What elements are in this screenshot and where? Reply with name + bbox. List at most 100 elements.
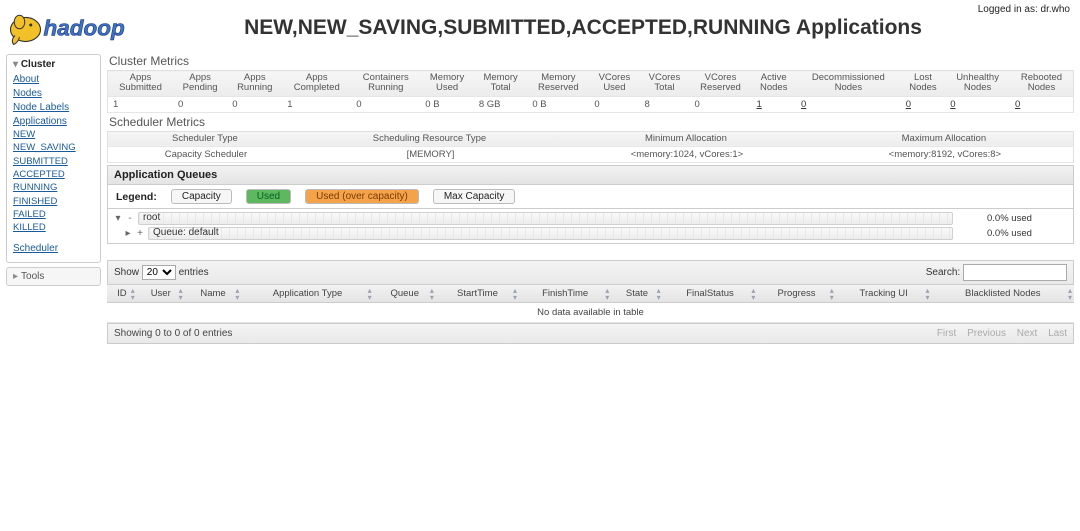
cm-header: AppsRunning (227, 71, 282, 97)
search-input[interactable] (963, 264, 1067, 281)
page-title: NEW,NEW_SAVING,SUBMITTED,ACCEPTED,RUNNIN… (186, 16, 1080, 40)
pager-prev[interactable]: Previous (967, 328, 1006, 339)
cm-value: 0 (589, 96, 639, 112)
sort-icon: ▴▾ (368, 287, 372, 301)
cm-value: 8 GB (474, 96, 528, 112)
login-info: Logged in as: dr.who (978, 4, 1070, 15)
sort-icon: ▴▾ (179, 287, 183, 301)
pager-last[interactable]: Last (1048, 328, 1067, 339)
cm-header: RebootedNodes (1010, 71, 1074, 97)
pager-first[interactable]: First (937, 328, 956, 339)
queues-tree: ▾ - root 0.0% used ▸ + Queue: default 0.… (107, 209, 1074, 244)
sort-icon: ▴▾ (430, 287, 434, 301)
cm-value[interactable]: 1 (752, 96, 796, 112)
col-header[interactable]: Progress▴▾ (757, 285, 835, 303)
cm-header: MemoryUsed (420, 71, 474, 97)
sort-icon: ▴▾ (926, 287, 930, 301)
sidebar-item-nodes[interactable]: Nodes (13, 88, 42, 99)
sm-header: Minimum Allocation (557, 131, 815, 146)
sidebar-item-finished[interactable]: FINISHED (13, 196, 57, 207)
header: hadoop NEW,NEW_SAVING,SUBMITTED,ACCEPTED… (0, 0, 1080, 50)
col-header[interactable]: State▴▾ (611, 285, 662, 303)
sort-icon: ▴▾ (1068, 287, 1072, 301)
col-header[interactable]: StartTime▴▾ (436, 285, 519, 303)
cm-header: AppsCompleted (282, 71, 351, 97)
queue-row-default[interactable]: ▸ + Queue: default 0.0% used (108, 226, 1073, 241)
sm-value: [MEMORY] (302, 147, 557, 163)
table-info: Showing 0 to 0 of 0 entries (114, 328, 232, 339)
sidebar: ▾ Cluster About Nodes Node Labels Applic… (6, 54, 101, 344)
legend-over: Used (over capacity) (305, 189, 419, 204)
cm-value: 0 (690, 96, 752, 112)
sm-value: Capacity Scheduler (108, 147, 302, 163)
sidebar-item-accepted[interactable]: ACCEPTED (13, 169, 65, 180)
sidebar-item-applications[interactable]: Applications (13, 116, 67, 127)
col-header[interactable]: FinishTime▴▾ (519, 285, 611, 303)
cm-header: ActiveNodes (752, 71, 796, 97)
cm-header: MemoryTotal (474, 71, 528, 97)
sidebar-item-scheduler[interactable]: Scheduler (13, 243, 58, 254)
sm-header: Scheduling Resource Type (302, 131, 557, 146)
cluster-metrics-heading: Cluster Metrics (109, 54, 1074, 68)
col-header[interactable]: Name▴▾ (185, 285, 242, 303)
pager: First Previous Next Last (929, 328, 1067, 339)
cm-value[interactable]: 0 (901, 96, 945, 112)
sm-header: Maximum Allocation (815, 131, 1074, 146)
scheduler-metrics-heading: Scheduler Metrics (109, 115, 1074, 129)
sidebar-item-new[interactable]: NEW (13, 129, 35, 140)
legend-used: Used (246, 189, 291, 204)
collapse-icon[interactable]: ▾ (114, 213, 122, 224)
cm-header: LostNodes (901, 71, 945, 97)
cm-header: AppsPending (173, 71, 227, 97)
sort-icon: ▴▾ (131, 287, 135, 301)
expand-icon[interactable]: ▸ (124, 228, 132, 239)
sm-value: <memory:8192, vCores:8> (815, 147, 1074, 163)
cm-header: VCoresReserved (690, 71, 752, 97)
col-header[interactable]: Blacklisted Nodes▴▾ (932, 285, 1074, 303)
cm-header: AppsSubmitted (108, 71, 173, 97)
cm-value: 0 (227, 96, 282, 112)
sidebar-item-new-saving[interactable]: NEW_SAVING (13, 142, 76, 153)
sidebar-item-running[interactable]: RUNNING (13, 182, 57, 193)
col-header[interactable]: ID▴▾ (107, 285, 137, 303)
sidebar-item-failed[interactable]: FAILED (13, 209, 46, 220)
svg-text:hadoop: hadoop (44, 16, 125, 41)
legend-capacity: Capacity (171, 189, 232, 204)
entries-select[interactable]: 20 (142, 265, 176, 280)
queue-root-used: 0.0% used (987, 213, 1067, 224)
queue-row-root[interactable]: ▾ - root 0.0% used (108, 211, 1073, 226)
sm-header: Scheduler Type (108, 131, 302, 146)
sort-icon: ▴▾ (657, 287, 661, 301)
cm-header: MemoryReserved (527, 71, 589, 97)
sidebar-item-submitted[interactable]: SUBMITTED (13, 156, 68, 167)
sidebar-item-killed[interactable]: KILLED (13, 222, 46, 233)
sidebar-item-node-labels[interactable]: Node Labels (13, 102, 69, 113)
cm-header: DecommissionedNodes (796, 71, 901, 97)
cm-value: 0 (351, 96, 420, 112)
sort-icon: ▴▾ (605, 287, 609, 301)
col-header[interactable]: User▴▾ (137, 285, 185, 303)
col-header[interactable]: Tracking UI▴▾ (836, 285, 932, 303)
applications-table: ID▴▾User▴▾Name▴▾Application Type▴▾Queue▴… (107, 285, 1074, 323)
scheduler-metrics-table: Scheduler TypeScheduling Resource TypeMi… (107, 131, 1074, 163)
app-queues-heading: Application Queues (107, 165, 1074, 185)
col-header[interactable]: FinalStatus▴▾ (663, 285, 758, 303)
cm-value[interactable]: 0 (1010, 96, 1074, 112)
cm-value: 8 (639, 96, 689, 112)
pager-next[interactable]: Next (1017, 328, 1038, 339)
cm-value[interactable]: 0 (945, 96, 1010, 112)
sm-value: <memory:1024, vCores:1> (557, 147, 815, 163)
sidebar-tools[interactable]: ▸Tools (6, 267, 101, 286)
legend-max: Max Capacity (433, 189, 516, 204)
sidebar-item-about[interactable]: About (13, 74, 39, 85)
col-header[interactable]: Application Type▴▾ (241, 285, 373, 303)
sort-icon: ▴▾ (751, 287, 755, 301)
table-controls: Show 20 entries Search: (107, 260, 1074, 285)
cm-value[interactable]: 0 (796, 96, 901, 112)
elephant-icon: hadoop (6, 6, 186, 50)
queue-default-used: 0.0% used (987, 228, 1067, 239)
col-header[interactable]: Queue▴▾ (374, 285, 436, 303)
cm-value: 1 (108, 96, 173, 112)
hadoop-logo[interactable]: hadoop (6, 6, 186, 50)
cm-value: 1 (282, 96, 351, 112)
